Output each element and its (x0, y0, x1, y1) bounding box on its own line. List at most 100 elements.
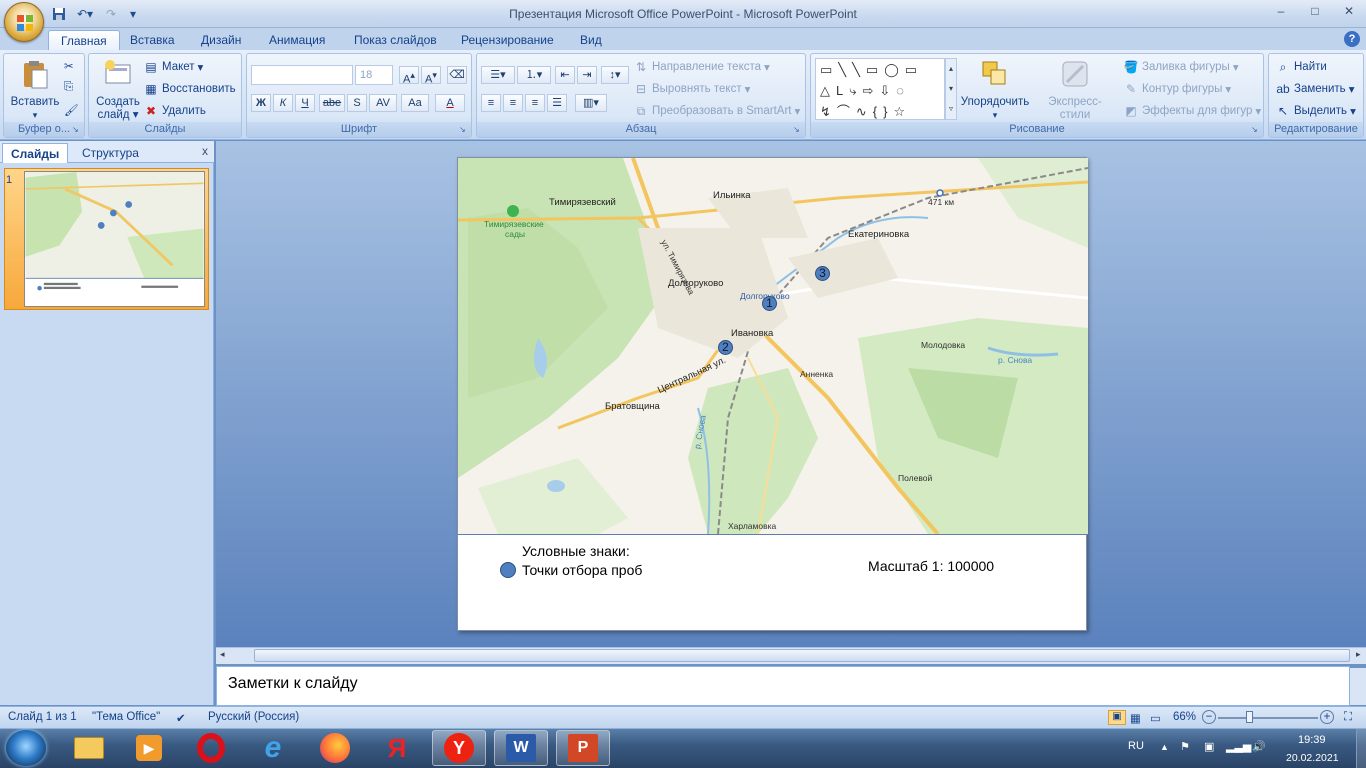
smartart-button[interactable]: ⧉ Преобразовать в SmartArt ▾ (633, 103, 801, 119)
strikethrough-button[interactable]: abe (319, 94, 345, 112)
show-desktop-button[interactable] (1356, 729, 1366, 768)
tab-design[interactable]: Дизайн (189, 30, 253, 50)
grow-font-icon[interactable]: A▴ (399, 66, 419, 86)
decrease-indent-icon[interactable]: ⇤ (555, 66, 575, 84)
yandex-icon[interactable]: Y (432, 730, 486, 766)
scroll-right-icon[interactable]: ▸ (1356, 649, 1361, 660)
shapes-gallery-scroll[interactable]: ▴ ▾ ▿ (945, 58, 957, 120)
fit-to-window-icon[interactable]: ⛶ (1344, 711, 1352, 724)
italic-button[interactable]: К (273, 94, 293, 112)
paragraph-launcher-icon[interactable]: ↘ (793, 125, 803, 135)
shape-effects-button[interactable]: ◩ Эффекты для фигур ▾ (1123, 103, 1261, 119)
scrollbar-thumb[interactable] (254, 649, 1350, 662)
reset-button[interactable]: ▦ Восстановить (143, 81, 235, 97)
start-button[interactable] (6, 730, 46, 766)
slide-sorter-icon[interactable]: ▦ (1130, 711, 1141, 725)
clock-date[interactable]: 20.02.2021 (1286, 752, 1339, 764)
align-center-icon[interactable]: ≡ (503, 94, 523, 112)
align-text-button[interactable]: ⊟ Выровнять текст ▾ (633, 81, 750, 97)
find-button[interactable]: ⌕ Найти (1275, 59, 1327, 75)
numbering-icon[interactable]: ⒈▾ (517, 66, 551, 84)
undo-icon[interactable]: ↶▾ (72, 5, 98, 23)
replace-button[interactable]: ab Заменить ▾ (1275, 81, 1354, 97)
internet-explorer-icon[interactable]: e (246, 730, 300, 766)
notes-scrollbar[interactable] (1350, 668, 1366, 705)
close-panel-icon[interactable]: x (202, 144, 208, 158)
powerpoint-icon[interactable]: P (556, 730, 610, 766)
cut-icon[interactable]: ✂ (64, 59, 74, 73)
flag-icon[interactable]: ⚑ (1180, 740, 1190, 753)
bullets-icon[interactable]: ☰▾ (481, 66, 515, 84)
customize-qat-icon[interactable]: ▾ (124, 5, 142, 23)
format-painter-icon[interactable]: 🖌 (64, 103, 79, 117)
font-size-combo[interactable]: 18 (355, 65, 393, 85)
zoom-level[interactable]: 66% (1173, 711, 1196, 723)
tab-insert[interactable]: Вставка (118, 30, 187, 50)
zoom-slider[interactable] (1218, 717, 1318, 719)
save-icon[interactable] (50, 5, 68, 23)
word-icon[interactable]: W (494, 730, 548, 766)
layout-button[interactable]: ▤ Макет ▾ (143, 59, 203, 75)
copy-icon[interactable]: ⎘ (64, 81, 73, 94)
font-color-button[interactable]: A (435, 94, 465, 112)
shadow-button[interactable]: S (347, 94, 367, 112)
volume-icon[interactable]: 🔊 (1252, 740, 1266, 753)
tab-review[interactable]: Рецензирование (449, 30, 566, 50)
align-left-icon[interactable]: ≡ (481, 94, 501, 112)
language-status[interactable]: Русский (Россия) (208, 711, 299, 723)
slide[interactable]: Тимирязевский Тимирязевские сады Ильинка… (457, 157, 1088, 631)
new-slide-button[interactable]: Создать слайд ▾ (93, 58, 143, 122)
zoom-in-icon[interactable]: + (1320, 710, 1334, 724)
drawing-launcher-icon[interactable]: ↘ (1251, 125, 1261, 135)
tab-animation[interactable]: Анимация (257, 30, 337, 50)
shapes-gallery[interactable]: ▭╲╲▭◯▭ △L⤷⇨⇩◌ ↯⌒∿{}☆ (815, 58, 945, 120)
line-spacing-icon[interactable]: ↕▾ (601, 66, 629, 84)
delete-slide-button[interactable]: ✖ Удалить (143, 103, 206, 119)
close-button[interactable]: ✕ (1332, 0, 1366, 22)
media-player-icon[interactable]: ▶ (122, 730, 176, 766)
select-button[interactable]: ↖ Выделить ▾ (1275, 103, 1356, 119)
normal-view-icon[interactable]: ▣ (1108, 710, 1126, 725)
shape-fill-button[interactable]: 🪣 Заливка фигуры ▾ (1123, 59, 1239, 75)
align-right-icon[interactable]: ≡ (525, 94, 545, 112)
maximize-button[interactable]: □ (1298, 0, 1332, 22)
shrink-font-icon[interactable]: A▾ (421, 66, 441, 86)
justify-icon[interactable]: ☰ (547, 94, 567, 112)
increase-indent-icon[interactable]: ⇥ (577, 66, 597, 84)
zoom-out-icon[interactable]: − (1202, 710, 1216, 724)
device-icon[interactable]: ▣ (1204, 740, 1214, 753)
change-case-button[interactable]: Aa (401, 94, 429, 112)
tab-home[interactable]: Главная (48, 30, 120, 50)
opera-icon[interactable] (184, 730, 238, 766)
arrange-button[interactable]: Упорядочить ▾ (957, 58, 1033, 122)
slide-thumbnail[interactable] (24, 171, 205, 307)
spacing-button[interactable]: AV (369, 94, 397, 112)
yandex-browser-icon[interactable]: Я (370, 730, 424, 766)
tab-outline[interactable]: Структура (74, 143, 147, 163)
notes-pane[interactable]: Заметки к слайду (216, 666, 1350, 706)
firefox-icon[interactable] (308, 730, 362, 766)
keyboard-language[interactable]: RU (1128, 740, 1144, 752)
tab-view[interactable]: Вид (568, 30, 614, 50)
help-icon[interactable]: ? (1344, 31, 1360, 47)
minimize-button[interactable]: – (1264, 0, 1298, 22)
tab-slides[interactable]: Слайды (2, 143, 69, 163)
font-launcher-icon[interactable]: ↘ (459, 125, 469, 135)
scroll-left-icon[interactable]: ◂ (220, 649, 225, 660)
shape-outline-button[interactable]: ✎ Контур фигуры ▾ (1123, 81, 1231, 97)
underline-button[interactable]: Ч (295, 94, 315, 112)
paste-button[interactable]: Вставить ▾ (8, 58, 62, 122)
clipboard-launcher-icon[interactable]: ↘ (72, 125, 82, 135)
bold-button[interactable]: Ж (251, 94, 271, 112)
redo-icon[interactable]: ↷ (102, 5, 120, 23)
network-icon[interactable]: ▂▃▅ (1226, 740, 1251, 753)
office-button[interactable] (4, 2, 44, 42)
theme-name[interactable]: "Тема Office" (92, 711, 160, 723)
columns-icon[interactable]: ▥▾ (575, 94, 607, 112)
spellcheck-icon[interactable]: ✔ (176, 711, 186, 725)
text-direction-button[interactable]: ⇅ Направление текста ▾ (633, 59, 770, 75)
tray-expand-icon[interactable]: ▲ (1160, 742, 1169, 752)
zoom-slider-thumb[interactable] (1246, 711, 1253, 723)
slideshow-icon[interactable]: ▭ (1150, 711, 1161, 725)
explorer-icon[interactable] (62, 730, 116, 766)
